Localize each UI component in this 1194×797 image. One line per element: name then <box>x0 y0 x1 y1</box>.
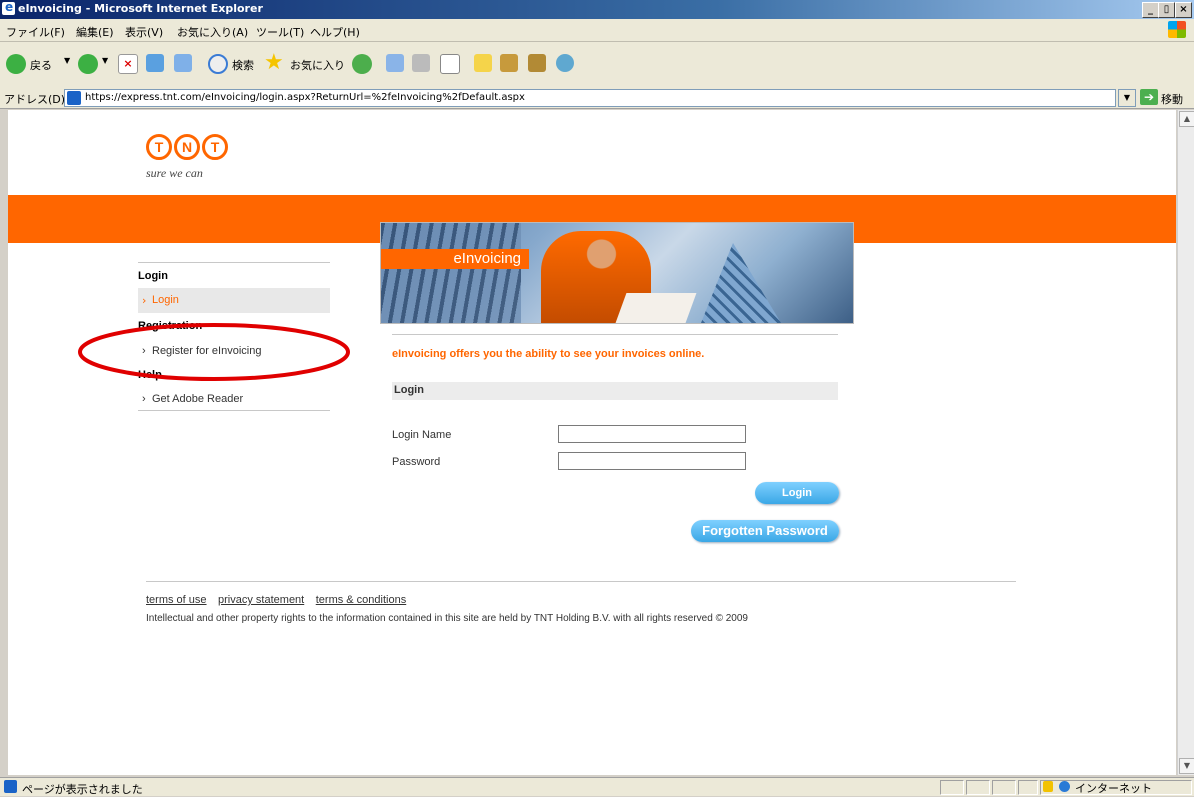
back-icon[interactable] <box>6 54 26 74</box>
scroll-down-icon[interactable]: ▼ <box>1179 758 1194 774</box>
annotation-ellipse <box>78 323 350 381</box>
login-button[interactable]: Login <box>755 482 839 504</box>
main-divider <box>392 334 838 335</box>
menu-tools[interactable]: ツール(T) <box>256 24 304 40</box>
tnt-logo: T N T sure we can <box>146 134 246 184</box>
sidebar-heading-login: Login <box>138 270 168 282</box>
logo-letter-t2: T <box>202 134 228 160</box>
address-input[interactable]: https://express.tnt.com/eInvoicing/login… <box>64 89 1116 107</box>
copyright-text: Intellectual and other property rights t… <box>146 613 748 624</box>
forward-icon[interactable] <box>78 54 98 74</box>
page-content: T N T sure we can eInvoicing Login › Log… <box>8 110 1176 775</box>
chevron-right-icon: › <box>142 393 146 405</box>
users-icon[interactable] <box>556 54 574 72</box>
banner-box <box>615 293 697 323</box>
status-pane-3 <box>992 780 1016 795</box>
zone-label: インターネット <box>1075 782 1152 795</box>
go-button[interactable]: 移動 <box>1161 91 1183 107</box>
history-icon[interactable] <box>352 54 372 74</box>
maximize-button[interactable]: ▯ <box>1158 2 1175 18</box>
login-section-header: Login <box>392 382 838 400</box>
banner-title: eInvoicing <box>453 250 521 267</box>
forward-dropdown-icon[interactable]: ▼ <box>102 56 108 65</box>
login-name-input[interactable] <box>558 425 746 443</box>
menu-view[interactable]: 表示(V) <box>125 24 163 40</box>
folder-icon[interactable] <box>474 54 492 72</box>
windows-logo-icon <box>1168 21 1186 38</box>
toolbar: 戻る ▼ ▼ × 検索 ★ お気に入り <box>0 42 1194 89</box>
print-icon[interactable] <box>412 54 430 72</box>
go-arrow-icon[interactable]: ➔ <box>1140 89 1158 105</box>
status-pane-4 <box>1018 780 1038 795</box>
logo-tagline: sure we can <box>146 166 203 180</box>
status-pane-1 <box>940 780 964 795</box>
refresh-icon[interactable] <box>146 54 164 72</box>
menu-favorites[interactable]: お気に入り(A) <box>177 24 248 40</box>
address-url[interactable]: https://express.tnt.com/eInvoicing/login… <box>85 92 525 103</box>
intro-text: eInvoicing offers you the ability to see… <box>392 348 705 360</box>
mail-icon[interactable] <box>386 54 404 72</box>
back-dropdown-icon[interactable]: ▼ <box>64 56 70 65</box>
sidebar-divider-bottom <box>138 410 330 411</box>
close-button[interactable]: × <box>1175 2 1192 18</box>
terms-conditions-link[interactable]: terms & conditions <box>316 594 406 606</box>
banner-building <box>381 223 521 323</box>
scroll-up-icon[interactable]: ▲ <box>1179 111 1194 127</box>
login-name-label: Login Name <box>392 429 452 441</box>
banner-image: eInvoicing <box>380 222 854 324</box>
address-dropdown-icon[interactable]: ▼ <box>1118 89 1136 107</box>
sidebar-item-login[interactable]: › Login <box>138 288 330 313</box>
address-bar: アドレス(D) https://express.tnt.com/eInvoici… <box>0 88 1194 109</box>
search-icon[interactable] <box>208 54 228 74</box>
research-icon[interactable] <box>528 54 546 72</box>
ie-icon <box>2 0 15 15</box>
footer-links: terms of use privacy statement terms & c… <box>146 593 414 606</box>
chevron-right-icon: › <box>142 294 147 307</box>
vertical-scrollbar[interactable]: ▲ ▼ <box>1177 110 1194 775</box>
search-label[interactable]: 検索 <box>232 57 254 73</box>
password-label: Password <box>392 456 441 468</box>
stop-icon[interactable]: × <box>118 54 138 74</box>
sidebar-item-adobe-reader[interactable]: Get Adobe Reader <box>152 393 243 405</box>
banner-title-box: eInvoicing <box>381 249 529 269</box>
window-title: eInvoicing - Microsoft Internet Explorer <box>18 2 263 15</box>
password-input[interactable] <box>558 452 746 470</box>
forgotten-password-button[interactable]: Forgotten Password <box>691 520 839 542</box>
login-section-title: Login <box>394 384 424 396</box>
home-icon[interactable] <box>174 54 192 72</box>
window-title-bar: eInvoicing - Microsoft Internet Explorer… <box>0 0 1194 19</box>
lock-icon <box>1043 781 1053 792</box>
address-label: アドレス(D) <box>4 93 66 106</box>
footer-divider <box>146 581 1016 582</box>
logo-letter-n: N <box>174 134 200 160</box>
banner-tower <box>701 243 781 323</box>
menu-edit[interactable]: 編集(E) <box>76 24 114 40</box>
menu-file[interactable]: ファイル(F) <box>6 24 65 40</box>
favorites-label[interactable]: お気に入り <box>290 57 345 73</box>
minimize-button[interactable]: _ <box>1142 2 1159 18</box>
favorites-icon[interactable]: ★ <box>264 50 284 75</box>
edit-icon[interactable] <box>440 54 460 74</box>
page-done-icon <box>4 780 17 793</box>
sidebar-divider-top <box>138 262 330 263</box>
status-pane-2 <box>966 780 990 795</box>
back-label[interactable]: 戻る <box>30 57 52 73</box>
menu-help[interactable]: ヘルプ(H) <box>310 24 360 40</box>
status-zone-pane: インターネット <box>1040 780 1192 795</box>
globe-icon <box>1059 781 1070 792</box>
status-bar: ページが表示されました インターネット <box>0 777 1194 796</box>
logo-letter-t1: T <box>146 134 172 160</box>
messenger-icon[interactable] <box>500 54 518 72</box>
menu-bar: ファイル(F) 編集(E) 表示(V) お気に入り(A) ツール(T) ヘルプ(… <box>0 19 1194 42</box>
terms-of-use-link[interactable]: terms of use <box>146 594 207 606</box>
sidebar-item-login-label[interactable]: Login <box>152 294 179 306</box>
privacy-statement-link[interactable]: privacy statement <box>218 594 304 606</box>
page-icon <box>67 91 81 105</box>
